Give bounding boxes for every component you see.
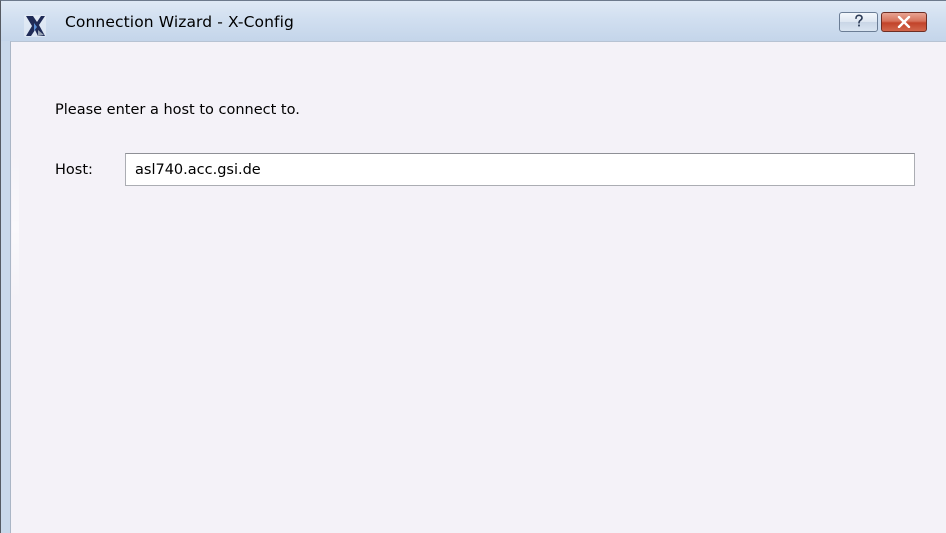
frame-highlight — [12, 152, 19, 302]
host-label: Host: — [55, 162, 93, 178]
close-icon — [897, 13, 911, 32]
window-title: Connection Wizard - X-Config — [65, 13, 294, 31]
close-button[interactable] — [881, 12, 927, 32]
help-button[interactable] — [839, 12, 878, 32]
question-mark-icon — [853, 13, 865, 32]
wizard-page: Please enter a host to connect to. Host: — [10, 41, 946, 533]
host-input[interactable] — [125, 153, 915, 186]
title-bar[interactable]: Connection Wizard - X-Config — [1, 1, 946, 41]
instruction-text: Please enter a host to connect to. — [55, 102, 300, 118]
x-config-app-icon — [24, 15, 46, 37]
connection-wizard-window: Connection Wizard - X-Config Please ente… — [0, 0, 946, 533]
